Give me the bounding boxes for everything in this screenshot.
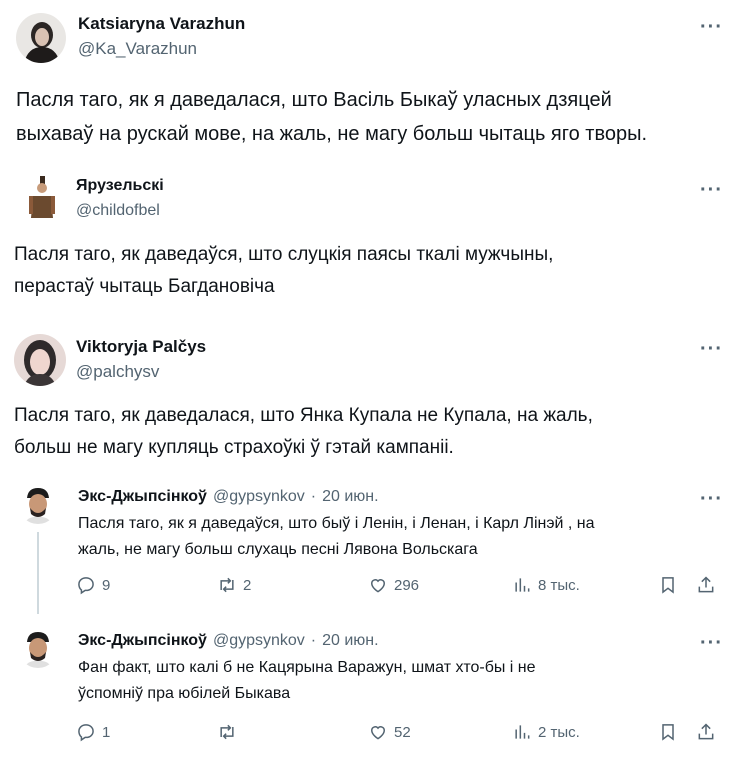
avatar[interactable] (14, 334, 66, 386)
reply-button[interactable]: 9 (76, 575, 110, 595)
tweet-text: Фан факт, што калі б не Кацярына Варажун… (78, 655, 536, 707)
user-handle[interactable]: @palchysv (76, 362, 159, 382)
display-name[interactable]: Экс-Джыпсінкоў (78, 632, 207, 650)
more-options-icon[interactable]: ··· (700, 17, 723, 37)
views-icon (515, 578, 530, 592)
reply-1[interactable]: Экс-Джыпсінкоў @gypsynkov · 20 июн. ··· … (0, 478, 732, 614)
views-count: 2 тыс. (538, 723, 580, 741)
tweet-line: Пасля таго, як даведалася, што Янка Купа… (14, 405, 593, 426)
tweet-line: выхаваў на рускай мове, на жаль, не магу… (16, 123, 648, 145)
like-icon (370, 579, 386, 593)
share-icon (698, 576, 714, 593)
action-bar: 1 52 2 тыс. (0, 722, 732, 746)
views-button[interactable]: 2 тыс. (512, 722, 580, 742)
share-button[interactable] (696, 575, 716, 595)
tweet-text: Пасля таго, як даведалася, што Янка Купа… (14, 400, 593, 464)
avatar[interactable] (18, 628, 58, 668)
bookmark-icon (662, 577, 674, 594)
tweet-text: Пасля таго, як я даведалася, што Васіль … (16, 83, 647, 151)
repost-button[interactable]: 2 (217, 575, 251, 595)
tweet-3[interactable]: Viktoryja Palčys @palchysv ··· Пасля таг… (0, 320, 732, 470)
share-icon (698, 723, 714, 740)
reply-count: 1 (102, 723, 111, 741)
user-handle[interactable]: @gypsynkov (213, 488, 305, 506)
like-icon (370, 726, 386, 740)
tweet-text: Пасля таго, як я даведаўся, што быў і Ле… (78, 511, 595, 563)
display-name[interactable]: Экс-Джыпсінкоў (78, 488, 207, 506)
tweet-1[interactable]: Katsiaryna Varazhun @Ka_Varazhun ··· Пас… (0, 0, 732, 160)
user-handle[interactable]: @Ka_Varazhun (78, 39, 197, 59)
views-count: 8 тыс. (538, 576, 580, 594)
like-count: 52 (394, 723, 411, 741)
tweet-line: Фан факт, што калі б не Кацярына Варажун… (78, 659, 536, 676)
timestamp[interactable]: 20 июн. (322, 488, 378, 506)
timestamp[interactable]: 20 июн. (322, 632, 378, 650)
tweet-line: больш не магу купляць страхоўкі ў гэтай … (14, 437, 454, 458)
repost-icon (220, 724, 234, 740)
avatar[interactable] (18, 484, 58, 524)
repost-button[interactable] (217, 722, 243, 742)
repost-icon (220, 577, 234, 593)
reply-2[interactable]: Экс-Джыпсінкоў @gypsynkov · 20 июн. ··· … (0, 622, 732, 757)
bookmark-button[interactable] (658, 722, 678, 742)
reply-count: 9 (102, 576, 111, 594)
tweet-line: Пасля таго, як я даведаўся, што быў і Ле… (78, 515, 595, 532)
reply-button[interactable]: 1 (76, 722, 110, 742)
separator: · (310, 488, 317, 505)
reply-icon (78, 724, 94, 742)
views-button[interactable]: 8 тыс. (512, 575, 580, 595)
user-handle[interactable]: @childofbel (76, 202, 160, 220)
user-handle[interactable]: @gypsynkov (213, 632, 305, 650)
more-options-icon[interactable]: ··· (700, 489, 723, 509)
action-bar: 9 2 296 8 тыс. (0, 575, 732, 599)
tweet-2[interactable]: Ярузельскі @childofbel ··· Пасля таго, я… (0, 160, 732, 320)
avatar[interactable] (16, 13, 66, 63)
tweet-line: перастаў чытаць Багдановіча (14, 276, 275, 297)
reply-icon (78, 577, 94, 595)
display-name[interactable]: Ярузельскі (76, 177, 164, 195)
more-options-icon[interactable]: ··· (700, 339, 723, 359)
like-button[interactable]: 52 (368, 722, 411, 742)
like-button[interactable]: 296 (368, 575, 419, 595)
tweet-line: жаль, не магу больш слухаць песні Лявона… (78, 541, 478, 558)
like-count: 296 (394, 576, 420, 594)
tweet-line: Пасля таго, як я даведалася, што Васіль … (16, 89, 612, 111)
tweet-line: ўспомніў пра юбілей Быкава (78, 685, 291, 702)
more-options-icon[interactable]: ··· (700, 180, 723, 200)
share-button[interactable] (696, 722, 716, 742)
tweet-line: Пасля таго, як даведаўся, што слуцкія па… (14, 244, 554, 265)
display-name[interactable]: Viktoryja Palčys (76, 337, 206, 357)
avatar[interactable] (19, 174, 67, 222)
tweet-text: Пасля таго, як даведаўся, што слуцкія па… (14, 239, 553, 303)
views-icon (515, 725, 530, 739)
bookmark-button[interactable] (658, 575, 678, 595)
more-options-icon[interactable]: ··· (700, 633, 723, 653)
repost-count: 2 (243, 576, 252, 594)
separator: · (310, 632, 317, 649)
thread-line (37, 532, 39, 614)
display-name[interactable]: Katsiaryna Varazhun (78, 14, 245, 34)
bookmark-icon (662, 724, 674, 741)
